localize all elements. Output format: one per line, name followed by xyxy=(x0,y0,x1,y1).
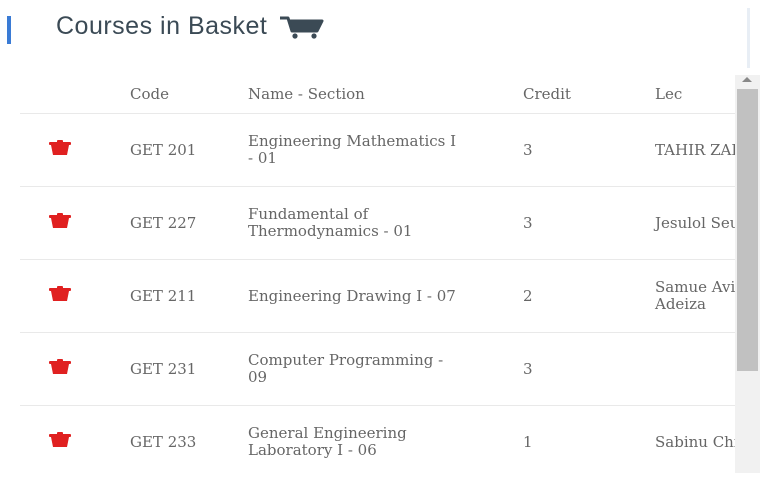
column-header-lecturer: Lec xyxy=(655,85,683,103)
trash-icon[interactable] xyxy=(48,140,72,156)
course-lecturer: Samue Avidim Adeiza xyxy=(655,259,735,333)
course-code: GET 211 xyxy=(130,259,248,333)
course-credit: 3 xyxy=(523,332,655,406)
course-code: GET 201 xyxy=(130,113,248,187)
basket-table: Code Name - Section Credit Lec GET 201 En… xyxy=(20,75,735,473)
trash-icon[interactable] xyxy=(48,432,72,448)
shopping-cart-icon xyxy=(279,15,325,39)
course-lecturer: Sabinu Chinec xyxy=(655,405,735,473)
trash-icon[interactable] xyxy=(48,359,72,375)
delete-cell xyxy=(20,113,130,187)
course-code: GET 233 xyxy=(130,405,248,473)
scroll-up-arrow-icon[interactable] xyxy=(742,77,752,82)
course-lecturer xyxy=(655,332,735,406)
course-credit: 1 xyxy=(523,405,655,473)
page-title-text: Courses in Basket xyxy=(56,12,268,40)
course-code: GET 227 xyxy=(130,186,248,260)
course-code: GET 231 xyxy=(130,332,248,406)
trash-icon[interactable] xyxy=(48,286,72,302)
table-row: GET 201 Engineering Mathematics I - 01 3 TA… xyxy=(20,113,735,187)
column-header-code: Code xyxy=(130,85,169,103)
table-row: GET 211 Engineering Drawing I - 07 2 Samue … xyxy=(20,259,735,333)
delete-cell xyxy=(20,405,130,473)
column-header-name: Name - Section xyxy=(248,85,365,103)
trash-icon[interactable] xyxy=(48,213,72,229)
course-lecturer: Jesulol Seun xyxy=(655,186,735,260)
delete-cell xyxy=(20,259,130,333)
course-credit: 3 xyxy=(523,186,655,260)
table-header-row: Code Name - Section Credit Lec xyxy=(20,75,735,114)
table-row: GET 227 Fundamental of Thermodynamics - 0… xyxy=(20,186,735,260)
right-panel-edge xyxy=(747,8,750,68)
course-credit: 3 xyxy=(523,113,655,187)
course-name-section: Engineering Mathematics I - 01 xyxy=(248,113,523,187)
course-name-section: Engineering Drawing I - 07 xyxy=(248,259,523,333)
column-header-actions xyxy=(20,75,130,114)
course-lecturer: TAHIR ZARMA xyxy=(655,113,735,187)
header-accent-bar xyxy=(7,16,11,44)
course-name-section: General Engineering Laboratory I - 06 xyxy=(248,405,523,473)
course-name-section: Computer Programming - 09 xyxy=(248,332,523,406)
course-name-section: Fundamental of Thermodynamics - 01 xyxy=(248,186,523,260)
column-header-credit: Credit xyxy=(523,85,571,103)
table-row: GET 231 Computer Programming - 09 3 xyxy=(20,332,735,406)
scrollbar-thumb[interactable] xyxy=(737,89,758,371)
vertical-scrollbar[interactable] xyxy=(735,75,760,473)
delete-cell xyxy=(20,186,130,260)
basket-table-container: Code Name - Section Credit Lec GET 201 En… xyxy=(20,75,735,473)
delete-cell xyxy=(20,332,130,406)
page-title: Courses in Basket xyxy=(56,12,325,41)
table-row: GET 233 General Engineering Laboratory I … xyxy=(20,405,735,473)
course-credit: 2 xyxy=(523,259,655,333)
